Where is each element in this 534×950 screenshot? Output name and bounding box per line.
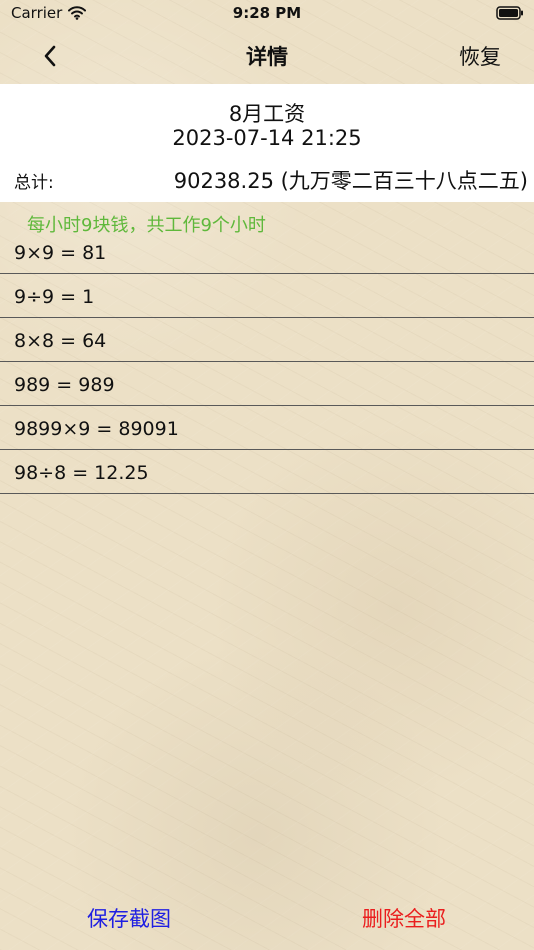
record-title: 8月工资 [228,102,306,126]
navigation-bar: 详情 恢复 [0,28,534,84]
status-bar: Carrier 9:28 PM [0,0,534,28]
total-label: 总计: [14,173,54,193]
status-time: 9:28 PM [232,4,302,22]
battery-icon [496,6,523,20]
calculation-text: 9÷9 = 1 [14,286,95,308]
total-value: 90238.25 (九万零二百三十八点二五) [173,169,528,193]
calculation-text: 98÷8 = 12.25 [14,462,149,484]
calculation-row[interactable]: 9899×9 = 89091 [0,406,534,450]
calculation-list: 9×9 = 81 9÷9 = 1 8×8 = 64 989 = 989 9899… [0,230,534,494]
calculation-text: 9899×9 = 89091 [14,418,179,440]
calculation-row[interactable]: 9÷9 = 1 [0,274,534,318]
bottom-action-bar: 保存截图 删除全部 [0,900,534,940]
page-title: 详情 [246,45,288,69]
record-date: 2023-07-14 21:25 [172,126,362,150]
calculation-row[interactable]: 98÷8 = 12.25 [0,450,534,494]
calculation-text: 9×9 = 81 [14,242,107,264]
record-header: 8月工资 2023-07-14 21:25 总计: 90238.25 (九万零二… [0,84,534,202]
calculation-row[interactable]: 9×9 = 81 [0,230,534,274]
calculation-row[interactable]: 8×8 = 64 [0,318,534,362]
calculation-text: 989 = 989 [14,374,115,396]
restore-button[interactable]: 恢复 [459,41,501,71]
calculation-text: 8×8 = 64 [14,330,107,352]
save-screenshot-button[interactable]: 保存截图 [87,903,171,933]
calculation-row[interactable]: 989 = 989 [0,362,534,406]
delete-all-button[interactable]: 删除全部 [362,903,446,933]
